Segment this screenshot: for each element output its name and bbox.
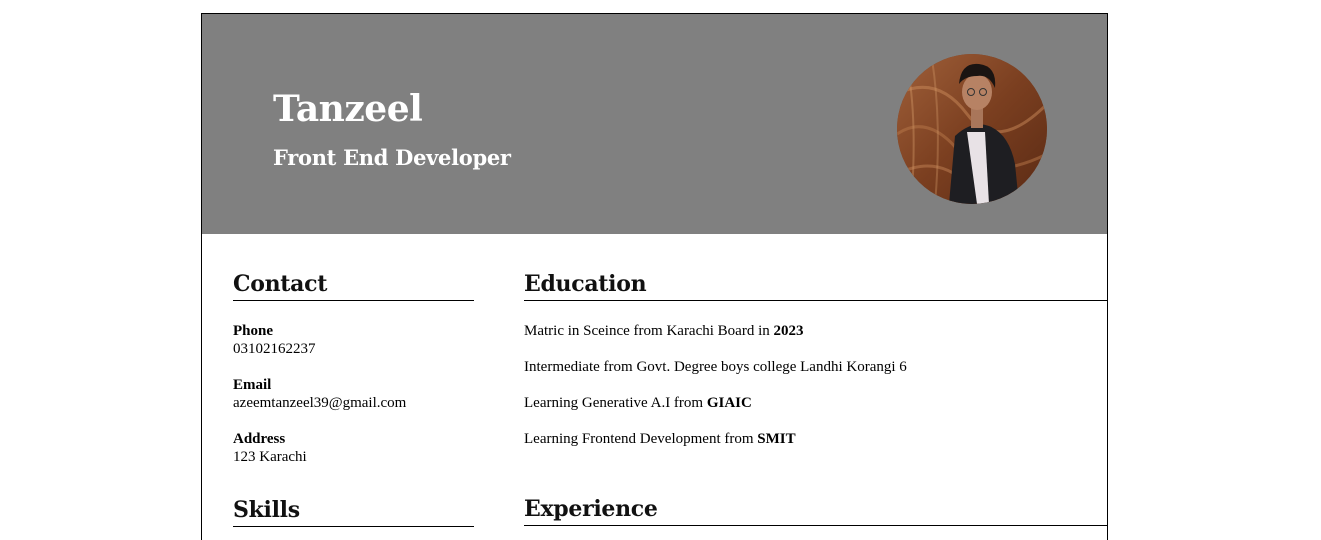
education-item-highlight: SMIT: [757, 431, 796, 447]
resume-page: Tanzeel Front End Developer Contact Phon…: [201, 13, 1108, 540]
job-title: Front End Developer: [273, 145, 511, 170]
address-label: Address: [233, 431, 286, 447]
address-value: 123 Karachi: [233, 449, 307, 465]
education-item: Learning Frontend Development from SMIT: [524, 430, 796, 448]
education-item-text: Matric in Sceince from Karachi Board in: [524, 323, 774, 339]
education-item-highlight: GIAIC: [706, 395, 752, 411]
experience-divider: [524, 525, 1107, 526]
education-item-text: Intermediate from Govt. Degree boys coll…: [524, 359, 907, 375]
education-item-highlight: 2023: [773, 323, 804, 339]
education-item: Matric in Sceince from Karachi Board in …: [524, 322, 804, 340]
profile-photo-illustration: [897, 54, 1047, 204]
contact-heading: Contact: [233, 271, 328, 297]
skills-heading: Skills: [233, 497, 300, 523]
skills-divider: [233, 526, 474, 527]
contact-divider: [233, 300, 474, 301]
experience-heading: Experience: [524, 496, 658, 522]
education-item: Learning Generative A.I from GIAIC: [524, 394, 752, 412]
phone-value: 03102162237: [233, 341, 316, 357]
email-value: azeemtanzeel39@gmail.com: [233, 395, 407, 411]
education-divider: [524, 300, 1107, 301]
profile-photo: [897, 54, 1047, 204]
education-item: Intermediate from Govt. Degree boys coll…: [524, 358, 907, 376]
person-name: Tanzeel: [273, 88, 423, 130]
education-item-text: Learning Generative A.I from: [524, 395, 707, 411]
education-heading: Education: [524, 271, 647, 297]
email-label: Email: [233, 377, 272, 393]
phone-label: Phone: [233, 323, 274, 339]
education-item-text: Learning Frontend Development from: [524, 431, 758, 447]
resume-header: Tanzeel Front End Developer: [202, 14, 1107, 234]
